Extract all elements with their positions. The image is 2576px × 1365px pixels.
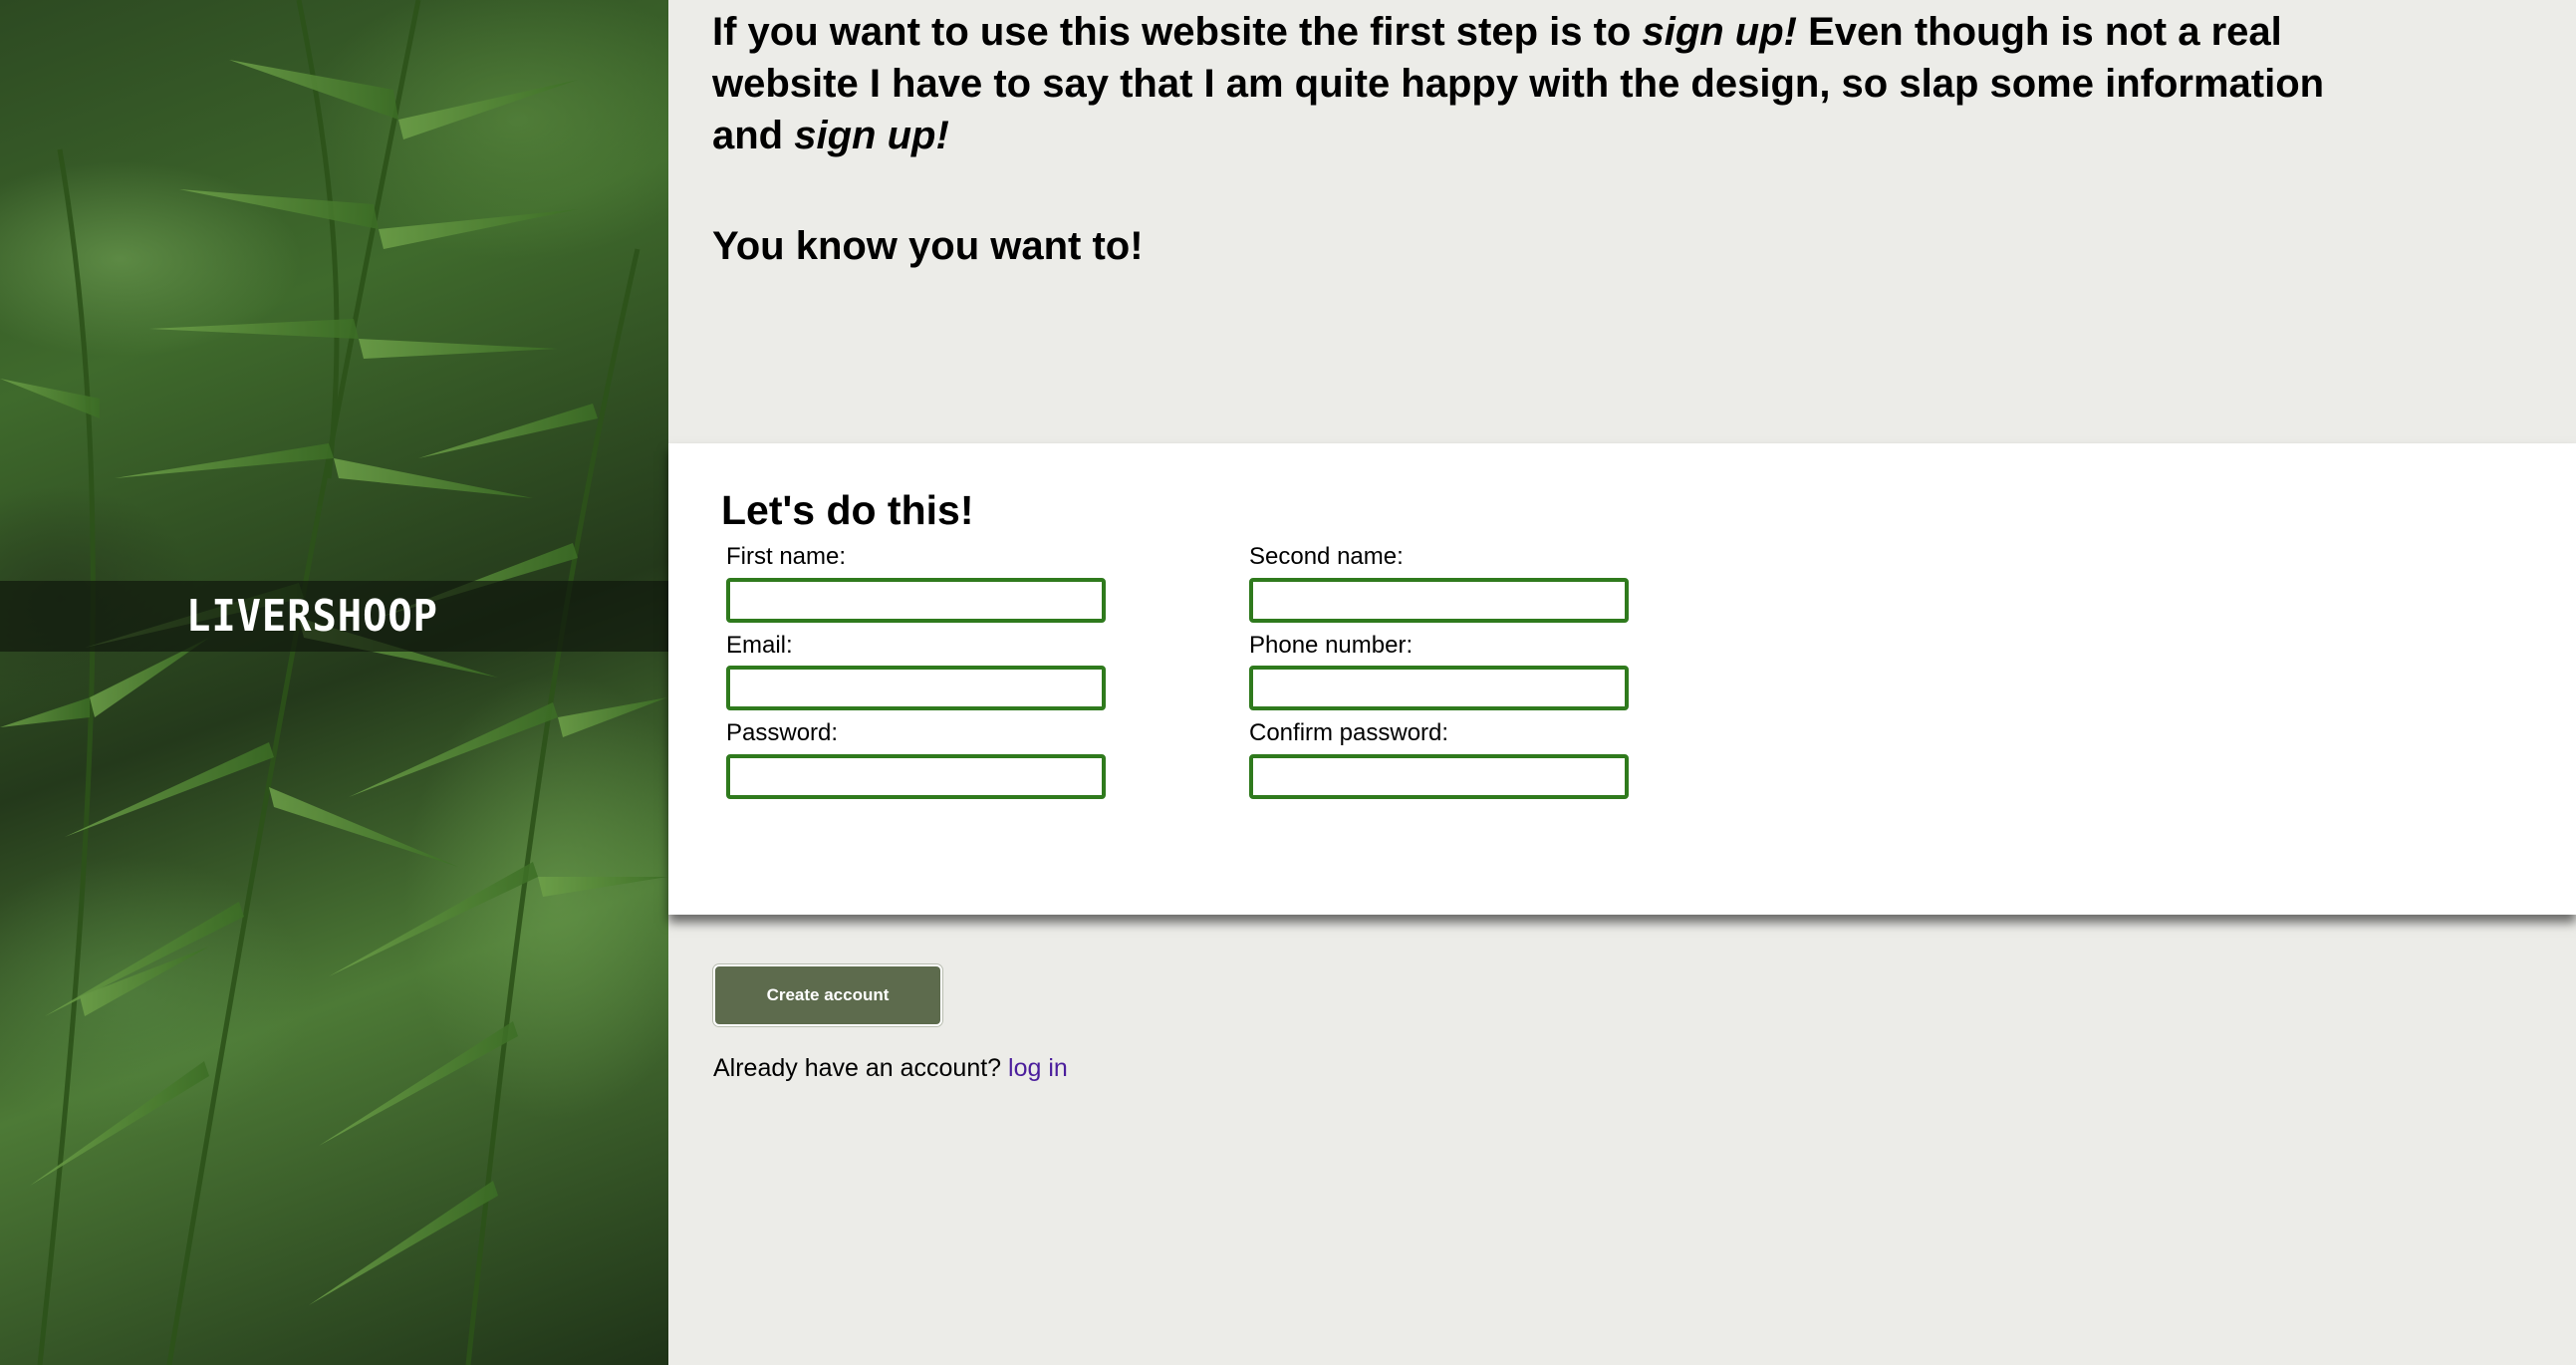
form-title: Let's do this! <box>721 487 974 533</box>
intro-emphasis-sign-up: sign up! <box>1642 10 1797 54</box>
second-name-label: Second name: <box>1249 543 1404 570</box>
second-name-input[interactable] <box>1249 578 1629 623</box>
first-name-input[interactable] <box>726 578 1106 623</box>
phone-number-input[interactable] <box>1249 666 1629 710</box>
password-input[interactable] <box>726 754 1106 799</box>
password-label: Password: <box>726 719 839 746</box>
confirm-password-label: Confirm password: <box>1249 719 1449 746</box>
phone-number-label: Phone number: <box>1249 632 1414 659</box>
intro-emphasis-sign-up-2: sign up! <box>794 114 949 157</box>
first-name-label: First name: <box>726 543 847 570</box>
intro-text-start: If you want to use this website the firs… <box>712 10 1643 54</box>
tagline: You know you want to! <box>712 224 1144 268</box>
confirm-password-input[interactable] <box>1249 754 1629 799</box>
fern-illustration <box>0 0 667 1365</box>
login-link[interactable]: log in <box>1008 1054 1068 1082</box>
email-label: Email: <box>726 632 793 659</box>
login-prompt: Already have an account? log in <box>713 1053 1068 1083</box>
brand-logo[interactable]: LIVERSHOOP <box>25 581 600 652</box>
intro-paragraph: If you want to use this website the firs… <box>712 6 2346 161</box>
email-input[interactable] <box>726 666 1106 710</box>
create-account-button[interactable]: Create account <box>713 964 942 1026</box>
fern-background-image <box>0 0 668 1365</box>
login-prompt-text: Already have an account? <box>713 1054 1009 1082</box>
